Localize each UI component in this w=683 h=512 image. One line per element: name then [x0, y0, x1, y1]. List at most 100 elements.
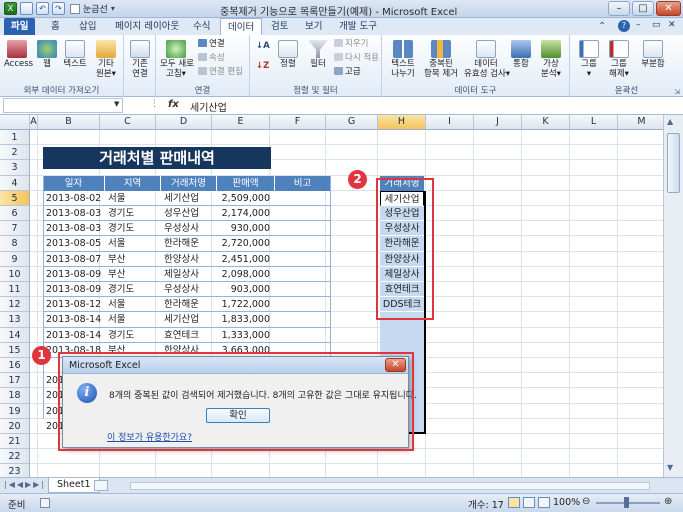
refresh-all-button[interactable]: 모두 새로 고침▾ — [160, 40, 194, 79]
row-header[interactable]: 7 — [0, 221, 30, 237]
tab-insert[interactable]: 삽입 — [72, 18, 103, 35]
row-header[interactable]: 19 — [0, 403, 30, 419]
text-button[interactable]: 텍스트 — [62, 40, 88, 69]
consolidate-button[interactable]: 통합 — [510, 40, 532, 69]
zoom-out-icon[interactable]: ⊖ — [582, 496, 590, 507]
table-cell[interactable]: 부산 — [105, 252, 159, 267]
table-cell[interactable]: 930,000 — [217, 221, 273, 236]
sheet-nav-icon[interactable]: |◀◀▶▶| — [4, 480, 46, 489]
table-cell[interactable]: 서울 — [105, 297, 159, 312]
column-header[interactable]: C — [100, 115, 156, 130]
table-cell[interactable]: 제일상사 — [161, 267, 215, 282]
table-cell[interactable]: 2013-08-09 — [43, 267, 103, 282]
text-to-columns-button[interactable]: 텍스트 나누기 — [388, 40, 418, 79]
insert-function-button[interactable]: fx — [168, 99, 179, 110]
column-header[interactable]: E — [212, 115, 270, 130]
save-icon[interactable] — [20, 2, 33, 15]
sort-desc-icon[interactable]: ↓Z — [256, 61, 269, 72]
gridlines-checkbox[interactable] — [70, 3, 80, 14]
subtotal-button[interactable]: 부분합 — [638, 40, 668, 69]
row-header[interactable]: 6 — [0, 206, 30, 222]
what-if-button[interactable]: 가상 분석▾ — [536, 40, 566, 79]
tab-developer[interactable]: 개발 도구 — [332, 18, 384, 35]
redo-icon[interactable]: ↷ — [52, 2, 65, 15]
table-cell[interactable]: 2013-08-05 — [43, 236, 103, 251]
column-header[interactable]: K — [522, 115, 570, 130]
tab-view[interactable]: 보기 — [298, 18, 329, 35]
table-cell[interactable]: 경기도 — [105, 221, 159, 236]
table-cell[interactable]: 2013-08-03 — [43, 206, 103, 221]
column-header[interactable]: G — [326, 115, 378, 130]
undo-icon[interactable]: ↶ — [36, 2, 49, 15]
table-cell[interactable]: 경기도 — [105, 282, 159, 297]
table-cell[interactable]: 효연테크 — [161, 328, 215, 343]
horizontal-scrollbar[interactable] — [130, 482, 650, 490]
column-header[interactable]: J — [474, 115, 522, 130]
tab-page-layout[interactable]: 페이지 레이아웃 — [108, 18, 186, 35]
column-header[interactable]: F — [270, 115, 326, 130]
connections-button[interactable]: 연결 — [198, 39, 225, 50]
column-header[interactable]: I — [426, 115, 474, 130]
row-header[interactable]: 20 — [0, 418, 30, 434]
table-cell[interactable]: 1,333,000 — [217, 328, 273, 343]
dialog-launcher-icon[interactable]: ⇲ — [674, 88, 680, 96]
tab-data[interactable]: 데이터 — [220, 18, 263, 35]
vertical-scrollbar[interactable]: ▲ ▼ — [663, 115, 683, 477]
clear-filter-button[interactable]: 지우기 — [334, 39, 368, 50]
page-break-view-icon[interactable] — [538, 497, 550, 508]
doc-minimize-button[interactable]: – — [636, 20, 641, 30]
column-header[interactable]: L — [570, 115, 618, 130]
scroll-thumb[interactable] — [667, 133, 680, 193]
ribbon-minimize-icon[interactable]: ⌃ — [598, 21, 606, 32]
row-header[interactable]: 1 — [0, 130, 30, 146]
row-header[interactable]: 4 — [0, 175, 30, 191]
filter-button[interactable]: 필터 — [306, 40, 330, 69]
column-header[interactable]: H — [378, 115, 426, 130]
existing-connections-button[interactable]: 기존 연결 — [127, 40, 153, 79]
advanced-filter-button[interactable]: 고급 — [334, 67, 361, 78]
table-cell[interactable]: 903,000 — [217, 282, 273, 297]
table-cell[interactable]: 세기산업 — [161, 312, 215, 327]
new-sheet-icon[interactable] — [94, 480, 108, 491]
table-cell[interactable]: 2013-08-02 — [43, 191, 103, 206]
row-header[interactable]: 14 — [0, 327, 30, 343]
column-header[interactable]: M — [618, 115, 663, 130]
sort-button[interactable]: 정렬 — [276, 40, 300, 69]
column-header[interactable]: A — [30, 115, 38, 130]
table-cell[interactable]: 2,720,000 — [217, 236, 273, 251]
row-header[interactable]: 16 — [0, 358, 30, 374]
reapply-button[interactable]: 다시 적용 — [334, 53, 379, 64]
table-cell[interactable]: 경기도 — [105, 206, 159, 221]
macro-record-icon[interactable] — [40, 498, 50, 508]
table-cell[interactable]: 한양상사 — [161, 252, 215, 267]
group-button[interactable]: 그룹 ▾ — [576, 40, 602, 79]
scroll-up-icon[interactable]: ▲ — [667, 117, 673, 126]
row-header[interactable]: 3 — [0, 160, 30, 176]
table-cell[interactable]: 우성상사 — [161, 282, 215, 297]
qat-customize-icon[interactable]: ▾ — [111, 4, 115, 13]
table-cell[interactable]: 부산 — [105, 267, 159, 282]
zoom-level[interactable]: 100% — [553, 497, 580, 508]
row-header[interactable]: 23 — [0, 464, 30, 477]
properties-button[interactable]: 속성 — [198, 53, 225, 64]
row-header[interactable]: 2 — [0, 145, 30, 161]
row-header[interactable]: 17 — [0, 373, 30, 389]
row-header[interactable]: 8 — [0, 236, 30, 252]
table-cell[interactable]: 서울 — [105, 236, 159, 251]
table-cell[interactable]: 우성상사 — [161, 221, 215, 236]
row-header[interactable]: 10 — [0, 266, 30, 282]
doc-restore-button[interactable]: ▭ — [652, 20, 661, 30]
table-cell[interactable]: 2013-08-03 — [43, 221, 103, 236]
other-sources-button[interactable]: 기타 원본▾ — [92, 40, 120, 79]
select-all-corner[interactable] — [0, 115, 30, 130]
tab-home[interactable]: 홈 — [44, 18, 67, 35]
web-button[interactable]: 웹 — [36, 40, 58, 69]
name-box-dropdown-icon[interactable]: ▼ — [114, 100, 119, 108]
remove-duplicates-button[interactable]: 중복된 항목 제거 — [422, 40, 460, 79]
row-header[interactable]: 11 — [0, 282, 30, 298]
minimize-button[interactable]: – — [608, 1, 630, 16]
table-cell[interactable]: 한라해운 — [161, 236, 215, 251]
table-cell[interactable]: 서울 — [105, 191, 159, 206]
table-cell[interactable]: 2,174,000 — [217, 206, 273, 221]
row-header[interactable]: 13 — [0, 312, 30, 328]
